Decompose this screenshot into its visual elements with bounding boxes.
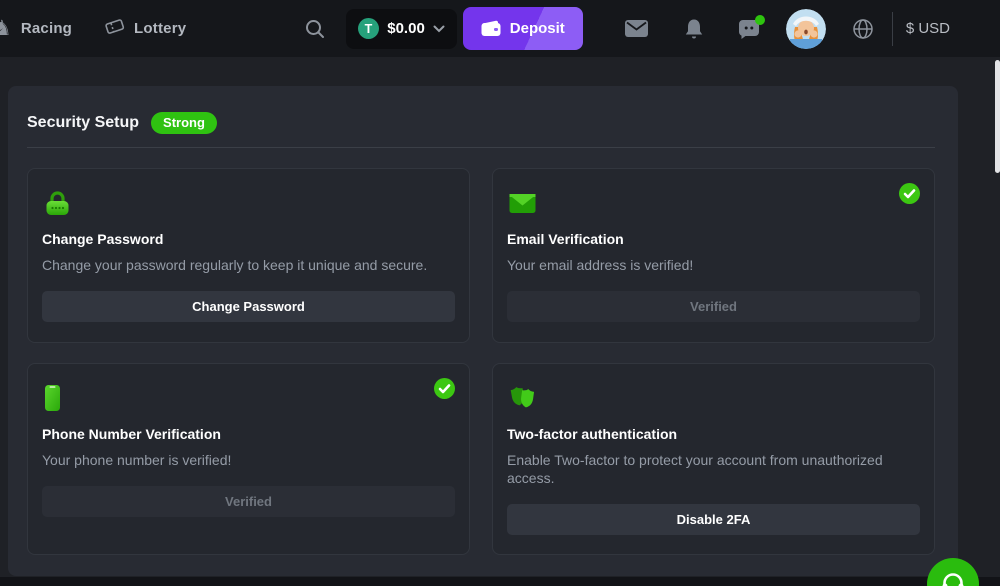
verified-check-icon [434,378,455,404]
mail-icon[interactable] [625,20,648,37]
language-globe-icon[interactable] [852,18,874,40]
wallet-balance: $0.00 [387,20,425,37]
disable-2fa-button[interactable]: Disable 2FA [507,504,920,535]
nav-item-label: Lottery [134,20,186,37]
card-description: Enable Two-factor to protect your accoun… [507,451,920,487]
card-phone-verification: Phone Number Verification Your phone num… [27,363,470,555]
envelope-icon [509,189,920,217]
headset-icon [940,571,966,586]
card-title: Two-factor authentication [507,426,920,442]
card-description: Change your password regularly to keep i… [42,256,455,274]
ticket-icon [104,16,125,41]
phone-verified-button[interactable]: Verified [42,486,455,517]
chevron-down-icon [433,25,445,33]
security-setup-panel: Security Setup Strong Change Password Ch… [8,86,958,576]
page-title: Security Setup [27,114,139,132]
nav-item-racing[interactable]: ♞ Racing [0,18,72,39]
verified-check-icon [899,183,920,209]
horse-icon: ♞ [0,18,12,39]
deposit-button[interactable]: Deposit [463,7,583,50]
tether-coin-icon: T [358,18,379,39]
card-title: Change Password [42,231,455,247]
card-description: Your email address is verified! [507,256,920,274]
wallet-icon [481,20,501,37]
user-avatar[interactable] [786,9,826,49]
scrollbar-thumb[interactable] [995,60,1000,173]
header-divider [27,147,935,148]
notifications-bell-icon[interactable] [684,18,704,40]
email-verified-button[interactable]: Verified [507,291,920,322]
security-cards-grid: Change Password Change your password reg… [27,168,935,555]
app-window: ♞ Racing Lottery T $0.00 Depo [0,0,1000,586]
phone-icon [44,384,455,412]
security-strength-badge: Strong [151,112,217,134]
card-title: Phone Number Verification [42,426,455,442]
nav-divider [892,12,893,46]
nav-item-label: Racing [21,20,72,37]
currency-selector[interactable]: $ USD [906,20,950,37]
top-nav: ♞ Racing Lottery T $0.00 Depo [0,0,1000,57]
nav-item-lottery[interactable]: Lottery [104,16,186,41]
card-email-verification: Email Verification Your email address is… [492,168,935,343]
shield-icon [509,384,920,412]
lock-icon [44,189,455,217]
svg-text:T: T [365,22,373,36]
card-description: Your phone number is verified! [42,451,455,469]
chat-unread-dot [755,15,765,25]
card-change-password: Change Password Change your password reg… [27,168,470,343]
card-title: Email Verification [507,231,920,247]
panel-header: Security Setup Strong [27,112,935,134]
change-password-button[interactable]: Change Password [42,291,455,322]
card-two-factor: Two-factor authentication Enable Two-fac… [492,363,935,555]
page-bottom-strip [0,577,1000,586]
chat-icon[interactable] [738,18,760,40]
deposit-label: Deposit [510,20,565,37]
search-icon[interactable] [304,18,326,40]
wallet-balance-dropdown[interactable]: T $0.00 [346,9,457,49]
